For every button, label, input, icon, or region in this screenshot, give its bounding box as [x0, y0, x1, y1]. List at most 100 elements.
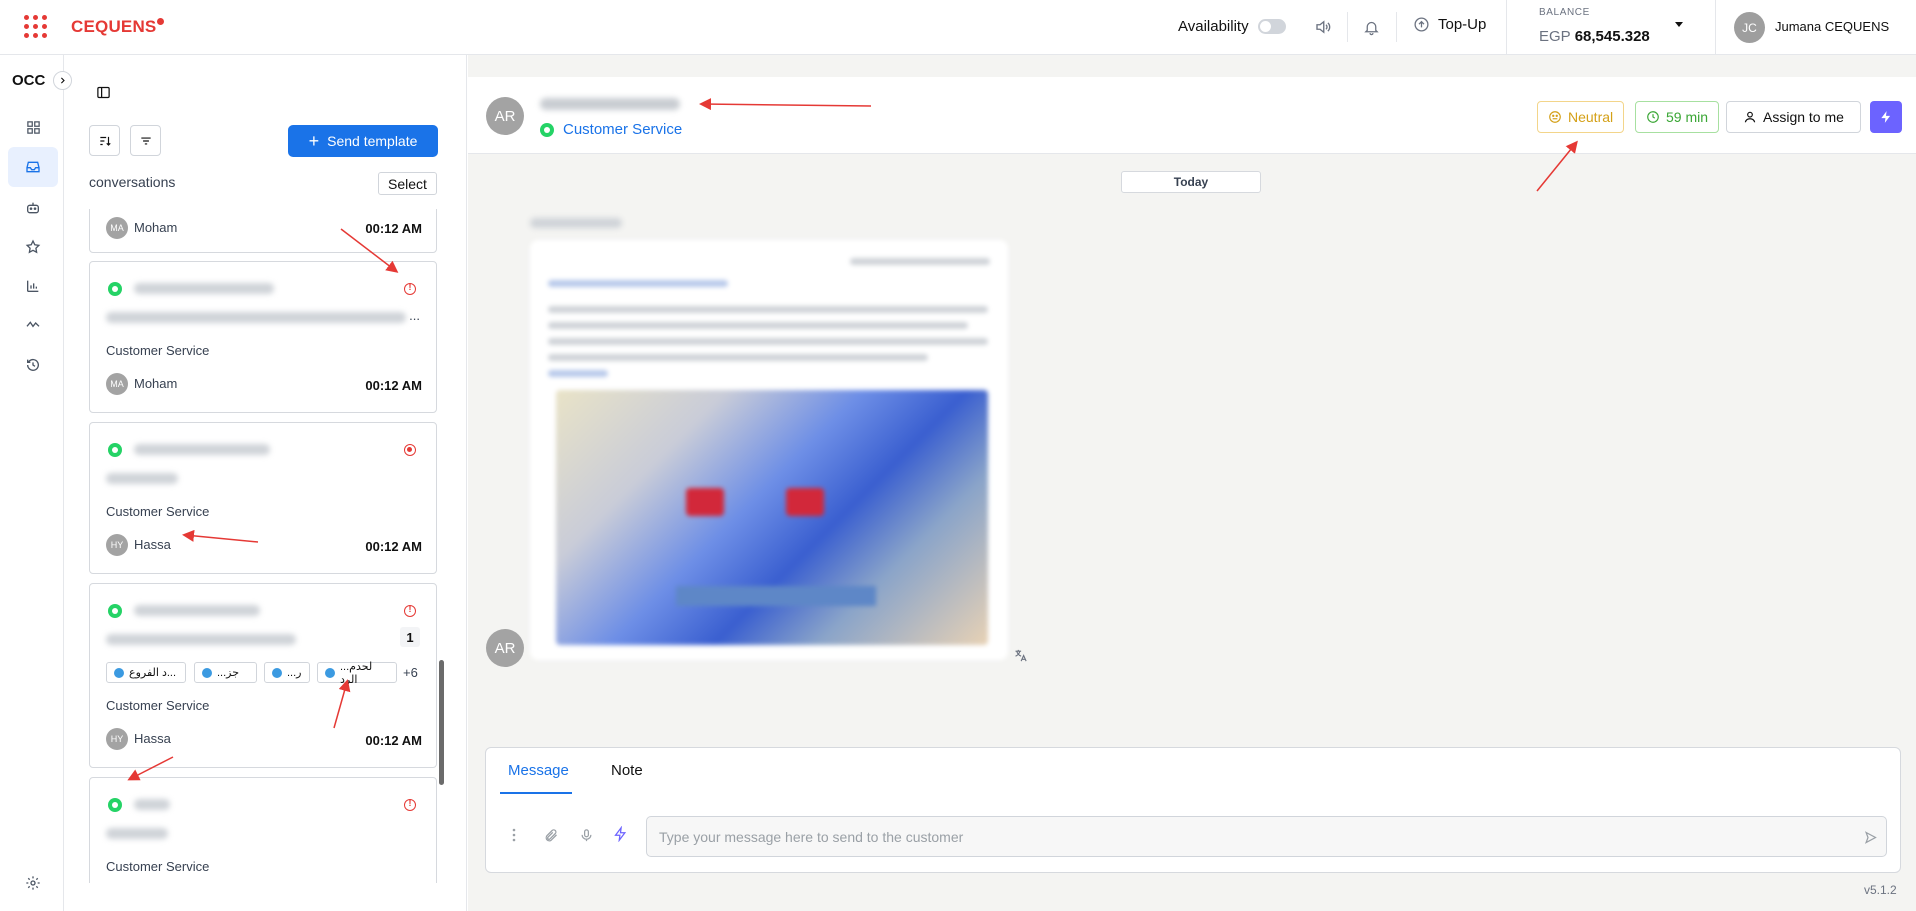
whatsapp-icon — [108, 604, 122, 618]
conversation-time: 00:12 AM — [365, 378, 422, 393]
more-options-icon[interactable] — [512, 828, 516, 847]
translate-icon[interactable] — [1013, 648, 1028, 668]
message-image[interactable] — [556, 390, 988, 645]
clock-icon — [1647, 111, 1659, 123]
caret-down-icon[interactable] — [1675, 22, 1683, 27]
user-avatar[interactable]: JC — [1734, 12, 1765, 43]
toggle-panel-icon[interactable] — [96, 85, 111, 105]
conversation-card[interactable]: Customer Service — [89, 777, 437, 883]
attachment-icon[interactable] — [544, 828, 559, 848]
nav-favorites[interactable] — [8, 227, 58, 267]
contact-name-redacted — [134, 283, 274, 294]
chat-team-name: Customer Service — [563, 121, 683, 138]
whatsapp-icon — [540, 122, 554, 137]
conversation-card[interactable]: 1 د الفروع... ...جز ...ر ...لحدم الرد +6… — [89, 583, 437, 768]
quick-action-button[interactable] — [1870, 101, 1902, 133]
agent-avatar: MA — [106, 373, 128, 395]
left-nav-rail: OCC — [0, 55, 72, 911]
bar-chart-icon — [27, 280, 39, 292]
brand-logo-dot — [157, 18, 164, 25]
nav-dashboard[interactable] — [8, 107, 58, 147]
balance-currency: EGP — [1539, 28, 1571, 45]
conversation-card[interactable]: ... Customer Service MA Moham 00:12 AM — [89, 261, 437, 413]
agent-avatar: HY — [106, 534, 128, 556]
neutral-face-icon — [1549, 111, 1561, 123]
nav-activity[interactable] — [8, 305, 58, 345]
alert-status-icon — [404, 604, 416, 617]
chat-panel: AR Customer Service Neutral 59 min Assig… — [468, 55, 1916, 911]
app-grid-icon[interactable] — [24, 15, 48, 39]
contact-avatar: AR — [486, 97, 524, 135]
select-button[interactable]: Select — [378, 172, 437, 195]
topup-button[interactable]: Top-Up — [1413, 16, 1486, 33]
contact-name-redacted — [540, 98, 680, 110]
conversation-card[interactable]: Customer Service HY Hassa 00:12 AM — [89, 422, 437, 574]
contact-name-redacted — [134, 799, 170, 810]
sort-icon — [99, 136, 111, 146]
team-name: Customer Service — [106, 343, 210, 358]
message-preview-redacted — [106, 312, 406, 323]
live-status-icon — [404, 444, 416, 456]
nav-settings[interactable] — [8, 863, 58, 903]
more-tags-count[interactable]: +6 — [403, 665, 418, 680]
nav-inbox[interactable] — [8, 147, 58, 187]
speaker-icon[interactable] — [1312, 16, 1334, 38]
availability-toggle[interactable] — [1258, 19, 1286, 34]
balance-amount: 68,545.328 — [1574, 28, 1650, 45]
conversation-tag: ...لحدم الرد — [317, 661, 397, 686]
message-bubble — [530, 240, 1008, 660]
message-preview-redacted — [106, 473, 178, 484]
agent-avatar: MA — [106, 217, 128, 239]
chat-header: AR Customer Service Neutral 59 min Assig… — [468, 77, 1916, 154]
nav-bots[interactable] — [8, 188, 58, 228]
conversation-card[interactable]: MA Moham 00:12 AM — [89, 209, 437, 253]
message-preview-redacted — [106, 634, 296, 645]
conversation-time: 00:12 AM — [365, 539, 422, 554]
assign-to-me-button[interactable]: Assign to me — [1726, 101, 1861, 133]
conversation-tag: د الفروع... — [106, 662, 186, 683]
agent-name: Moham — [134, 376, 178, 391]
send-icon[interactable] — [1863, 830, 1878, 850]
agent-avatar: HY — [106, 728, 128, 750]
conversations-title: conversations — [89, 174, 176, 190]
conversation-tag: ...ر — [264, 662, 310, 683]
user-name[interactable]: Jumana CEQUENS — [1775, 19, 1889, 34]
balance-label: BALANCE — [1539, 7, 1590, 18]
balance-value: EGP 68,545.328 — [1539, 28, 1650, 45]
plus-icon: + — [308, 131, 320, 151]
nav-history[interactable] — [8, 345, 58, 385]
team-name: Customer Service — [106, 698, 210, 713]
active-tab-indicator — [500, 792, 572, 794]
filter-button[interactable] — [130, 125, 161, 156]
unread-count-badge: 1 — [400, 627, 420, 647]
tab-message[interactable]: Message — [508, 762, 569, 779]
balance-widget[interactable]: BALANCE EGP 68,545.328 — [1506, 0, 1716, 55]
alert-status-icon — [404, 798, 416, 811]
app-version: v5.1.2 — [1864, 883, 1897, 897]
message-sender-avatar: AR — [486, 629, 524, 667]
expand-nav-button[interactable] — [53, 71, 72, 90]
activity-icon — [26, 321, 40, 328]
sort-button[interactable] — [89, 125, 120, 156]
microphone-icon[interactable] — [579, 828, 594, 848]
bell-icon[interactable] — [1360, 16, 1382, 38]
alert-status-icon — [404, 282, 416, 295]
nav-reports[interactable] — [8, 266, 58, 306]
chat-channel: Customer Service — [540, 121, 682, 138]
workspace-title: OCC — [12, 72, 46, 89]
whatsapp-icon — [108, 282, 122, 296]
send-template-label: Send template — [327, 133, 418, 149]
list-scrollbar-thumb[interactable] — [439, 660, 444, 785]
send-template-button[interactable]: + Send template — [288, 125, 438, 157]
conversations-panel: + Send template conversations Select MA … — [65, 55, 467, 911]
lightning-icon[interactable] — [613, 825, 628, 847]
whatsapp-icon — [108, 443, 122, 457]
timer-badge: 59 min — [1635, 101, 1720, 133]
inbox-icon — [26, 161, 40, 173]
filter-icon — [140, 137, 151, 144]
sentiment-label: Neutral — [1568, 109, 1614, 125]
topup-label: Top-Up — [1438, 16, 1487, 33]
date-divider: Today — [1121, 171, 1261, 193]
message-input[interactable] — [646, 816, 1887, 857]
tab-note[interactable]: Note — [611, 762, 643, 779]
